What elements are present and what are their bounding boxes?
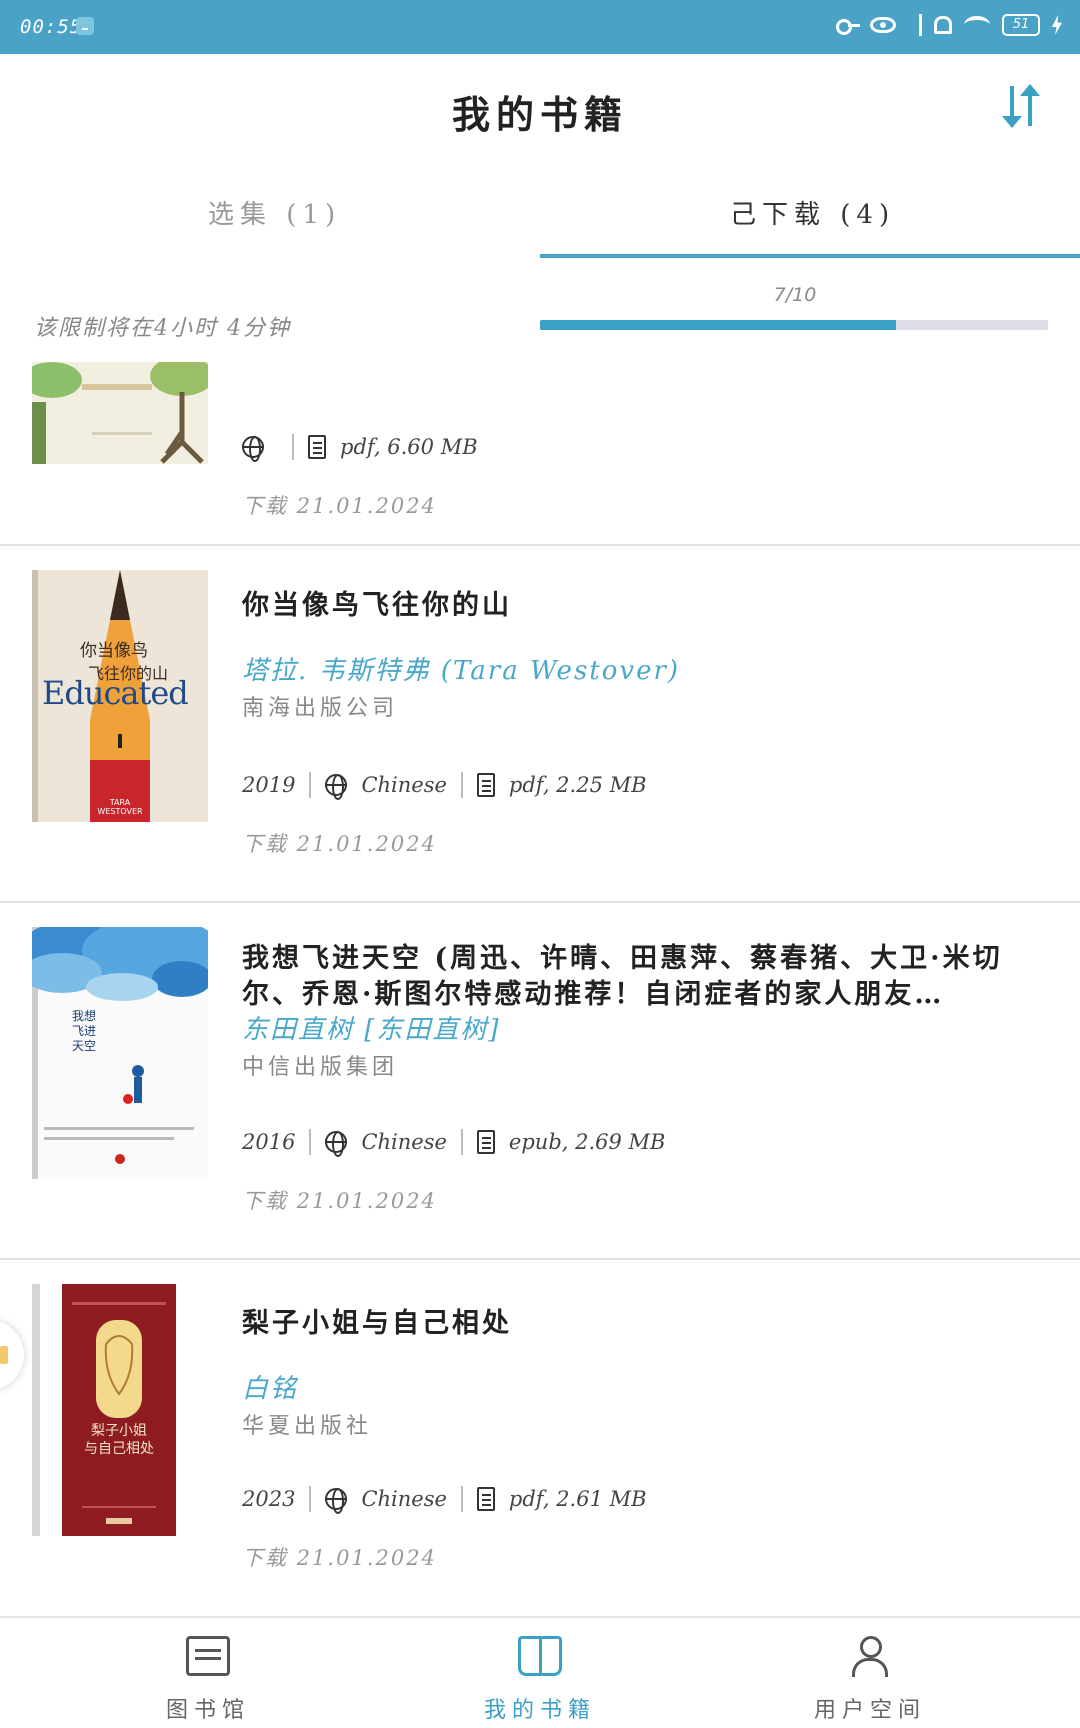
tab-collections[interactable]: 选集 (1) xyxy=(208,194,341,231)
nav-user-space[interactable]: 用户空间 xyxy=(770,1618,970,1728)
vpn-key-icon xyxy=(836,14,860,36)
cover-shadow xyxy=(32,1284,40,1536)
cover-vertical-title: 我想飞进天空 xyxy=(72,1009,97,1053)
language-globe-icon xyxy=(242,436,264,462)
bluetooth-icon xyxy=(908,14,922,36)
user-icon xyxy=(848,1636,892,1677)
book-download-date: 下载 21.01.2024 xyxy=(242,1546,437,1570)
eye-comfort-icon xyxy=(870,17,896,33)
book-language: Chinese xyxy=(361,1130,447,1154)
book-title: 你当像鸟飞往你的山 xyxy=(242,590,512,621)
tab-downloaded[interactable]: 己下载 (4) xyxy=(730,194,895,231)
book-author[interactable]: 白铭 xyxy=(242,1368,298,1405)
book-language: Chinese xyxy=(361,773,447,797)
book-item[interactable]: 你当像鸟 飞往你的山 Educated TARA WESTOVER 你当像鸟飞往… xyxy=(0,546,1080,903)
book-cover-art xyxy=(32,362,208,464)
library-icon xyxy=(186,1636,230,1676)
nav-library-label: 图书馆 xyxy=(165,1698,250,1723)
book-file-info: epub, 2.69 MB xyxy=(508,1130,666,1154)
cover-title-line2: 与自己相处 xyxy=(84,1441,154,1457)
book-publisher: 华夏出版社 xyxy=(242,1414,373,1439)
file-icon xyxy=(476,773,495,797)
meta-divider xyxy=(460,772,463,798)
status-time: 00:55 xyxy=(20,16,83,38)
book-cover: 你当像鸟 飞往你的山 Educated TARA WESTOVER xyxy=(32,570,208,822)
language-globe-icon xyxy=(325,1131,348,1157)
page-title: 我的书籍 xyxy=(451,92,628,137)
download-notification-icon xyxy=(76,17,94,35)
book-publisher: 南海出版公司 xyxy=(242,696,399,721)
bottom-navigation: 图书馆 我的书籍 用户空间 xyxy=(0,1616,1080,1728)
language-globe-icon xyxy=(325,1488,348,1514)
book-file-info: pdf, 2.61 MB xyxy=(508,1487,647,1511)
download-progress-bar xyxy=(540,320,1048,330)
book-cover: 我想飞进天空 xyxy=(32,927,208,1179)
book-meta: 2016 Chinese epub, 2.69 MB xyxy=(242,1129,666,1157)
active-tab-indicator xyxy=(540,254,1080,258)
mute-bell-icon xyxy=(934,16,952,34)
book-item[interactable]: 梨子小姐 与自己相处 梨子小姐与自己相处 白铭 华夏出版社 2023 Chine… xyxy=(0,1260,1080,1616)
book-publisher: 中信出版集团 xyxy=(242,1055,399,1080)
book-title: 我想飞进天空 (周迅、许晴、田惠萍、蔡春猪、大卫·米切尔、乔恩·斯图尔特感动推荐… xyxy=(242,943,1003,1010)
meta-divider xyxy=(309,1129,312,1155)
book-meta: 2019 Chinese pdf, 2.25 MB xyxy=(242,772,647,800)
download-progress-fill xyxy=(540,320,896,330)
cover-author-name: TARA WESTOVER xyxy=(97,798,143,816)
book-cover-art xyxy=(62,1284,176,1536)
book-download-date: 下载 21.01.2024 xyxy=(242,832,437,856)
book-cover: 梨子小姐 与自己相处 xyxy=(62,1284,176,1536)
book-item[interactable]: 我想飞进天空 我想飞进天空 (周迅、许晴、田惠萍、蔡春猪、大卫·米切尔、乔恩·斯… xyxy=(0,903,1080,1260)
nav-my-books-label: 我的书籍 xyxy=(483,1698,596,1723)
book-meta: pdf, 6.60 MB xyxy=(242,434,478,462)
app-header: 我的书籍 xyxy=(0,54,1080,164)
book-icon xyxy=(518,1636,562,1676)
book-author[interactable]: 塔拉. 韦斯特弗 (Tara Westover) xyxy=(242,650,680,687)
meta-divider xyxy=(292,434,294,460)
nav-library[interactable]: 图书馆 xyxy=(108,1618,308,1728)
book-download-date: 下载 21.01.2024 xyxy=(242,494,437,518)
book-title: 梨子小姐与自己相处 xyxy=(242,1308,512,1339)
charging-icon xyxy=(1052,15,1062,35)
cover-title-line1: 梨子小姐 xyxy=(91,1423,147,1439)
download-progress-label: 7/10 xyxy=(773,284,817,306)
sort-down-arrow-icon xyxy=(1002,86,1022,128)
status-icons: 51 xyxy=(836,14,1062,36)
book-item[interactable]: pdf, 6.60 MB 下载 21.01.2024 xyxy=(0,356,1080,546)
meta-divider xyxy=(460,1486,463,1512)
sort-button[interactable] xyxy=(1002,84,1042,132)
book-cover xyxy=(32,362,208,464)
book-cover-art xyxy=(32,927,208,1179)
sort-up-arrow-icon xyxy=(1020,84,1040,126)
book-year: 2023 xyxy=(242,1487,296,1511)
book-author[interactable]: 东田直树 [东田直树] xyxy=(242,1009,501,1046)
book-file-info: pdf, 2.25 MB xyxy=(508,773,647,797)
tab-bar: 选集 (1) 己下载 (4) xyxy=(0,164,1080,260)
download-limit-text: 该限制将在4小时 4分钟 xyxy=(34,316,291,341)
book-download-date: 下载 21.01.2024 xyxy=(242,1189,437,1213)
file-icon xyxy=(308,435,326,459)
language-globe-icon xyxy=(325,774,348,800)
meta-divider xyxy=(309,772,312,798)
file-icon xyxy=(476,1487,495,1511)
book-year: 2016 xyxy=(242,1130,296,1154)
meta-divider xyxy=(460,1129,463,1155)
nav-my-books[interactable]: 我的书籍 xyxy=(440,1618,640,1728)
meta-divider xyxy=(309,1486,312,1512)
status-bar: 00:55 51 xyxy=(0,0,1080,54)
book-meta: 2023 Chinese pdf, 2.61 MB xyxy=(242,1486,647,1514)
book-file-info: pdf, 6.60 MB xyxy=(340,435,478,459)
book-language: Chinese xyxy=(361,1487,447,1511)
nav-user-space-label: 用户空间 xyxy=(813,1698,926,1723)
file-icon xyxy=(476,1130,495,1154)
book-year: 2019 xyxy=(242,773,296,797)
cover-title-line1: 你当像鸟 xyxy=(80,641,148,661)
wifi-icon xyxy=(964,16,990,34)
cover-english-title: Educated xyxy=(42,674,189,712)
battery-icon: 51 xyxy=(1002,14,1040,36)
